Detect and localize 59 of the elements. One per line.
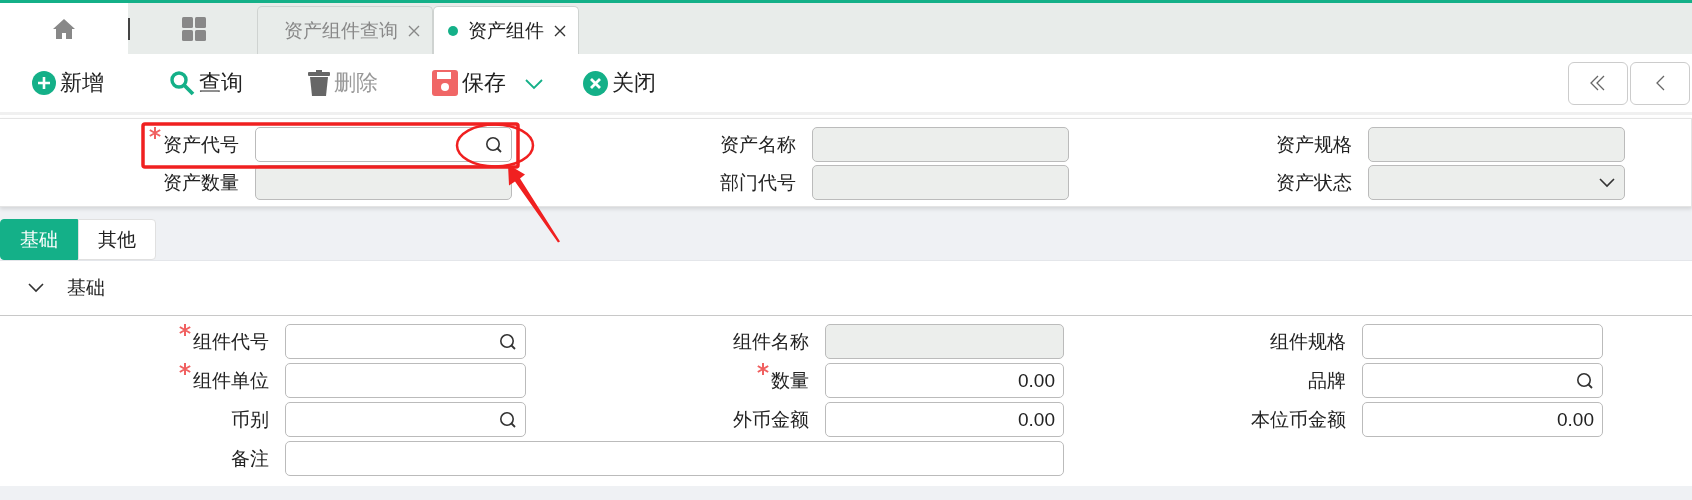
field-label: 本位币金额 [1251,407,1346,432]
input-field[interactable] [285,441,1064,476]
double-chevron-left-icon [1590,75,1606,91]
input-field[interactable] [1368,127,1625,162]
plus-circle-icon [32,71,56,95]
grid-icon[interactable] [181,16,206,41]
first-page-button[interactable] [1568,61,1628,105]
field-label: 外币金额 [733,407,809,432]
toolbar-button[interactable]: 关闭 [583,63,656,103]
field-label: 组件单位 [193,368,269,393]
trash-icon [308,70,330,96]
chevron-left-icon [1655,75,1665,91]
toolbar-button[interactable]: 新增 [32,63,104,103]
input-field[interactable] [825,324,1064,359]
input-field[interactable]: 0.00 [825,402,1064,437]
home-icon[interactable] [52,17,76,40]
field-label: 组件名称 [733,329,809,354]
field-label: 品牌 [1308,368,1346,393]
search-icon[interactable] [1576,371,1594,390]
caret-icon[interactable] [525,79,543,90]
tab-label: 资产组件 [468,18,544,43]
search-icon[interactable] [499,332,517,351]
field-label: 数量 [771,368,809,393]
input-field[interactable]: 0.00 [825,363,1064,398]
dropdown-field[interactable] [1368,165,1625,200]
collapse-chevron-icon[interactable] [27,282,45,294]
toolbar-button[interactable]: 保存 [432,63,543,103]
input-field[interactable] [285,363,526,398]
field-label: 币别 [231,407,269,432]
input-field[interactable] [1362,363,1603,398]
field-label: 资产代号 [163,132,239,157]
active-dot [448,25,458,36]
input-field[interactable] [1362,324,1603,359]
section-title: 基础 [67,276,105,300]
chevron-down-icon[interactable] [1598,176,1616,189]
field-label: 组件代号 [193,329,269,354]
search-icon[interactable] [485,135,503,154]
field-label: 资产状态 [1276,170,1352,195]
field-label: 部门代号 [720,170,796,195]
field-label: 组件规格 [1270,329,1346,354]
tab[interactable]: 其他 [78,219,156,260]
input-field[interactable] [285,402,526,437]
tab[interactable]: 资产组件 [433,6,579,54]
previous-page-button[interactable] [1630,61,1690,105]
close-circle-icon [583,70,608,96]
search-icon[interactable] [499,410,517,429]
field-label: 备注 [231,446,269,471]
field-label: 资产规格 [1276,132,1352,157]
input-field[interactable] [812,127,1069,162]
field-label: 资产数量 [163,170,239,195]
input-field[interactable]: 0.00 [1362,402,1603,437]
close-icon[interactable] [554,24,566,37]
input-field[interactable] [812,165,1069,200]
input-field[interactable] [285,324,526,359]
tab-label: 资产组件查询 [284,18,398,43]
input-field[interactable] [255,127,512,162]
search-icon [169,70,195,96]
field-label: 资产名称 [720,132,796,157]
toolbar-button[interactable]: 查询 [169,63,243,103]
